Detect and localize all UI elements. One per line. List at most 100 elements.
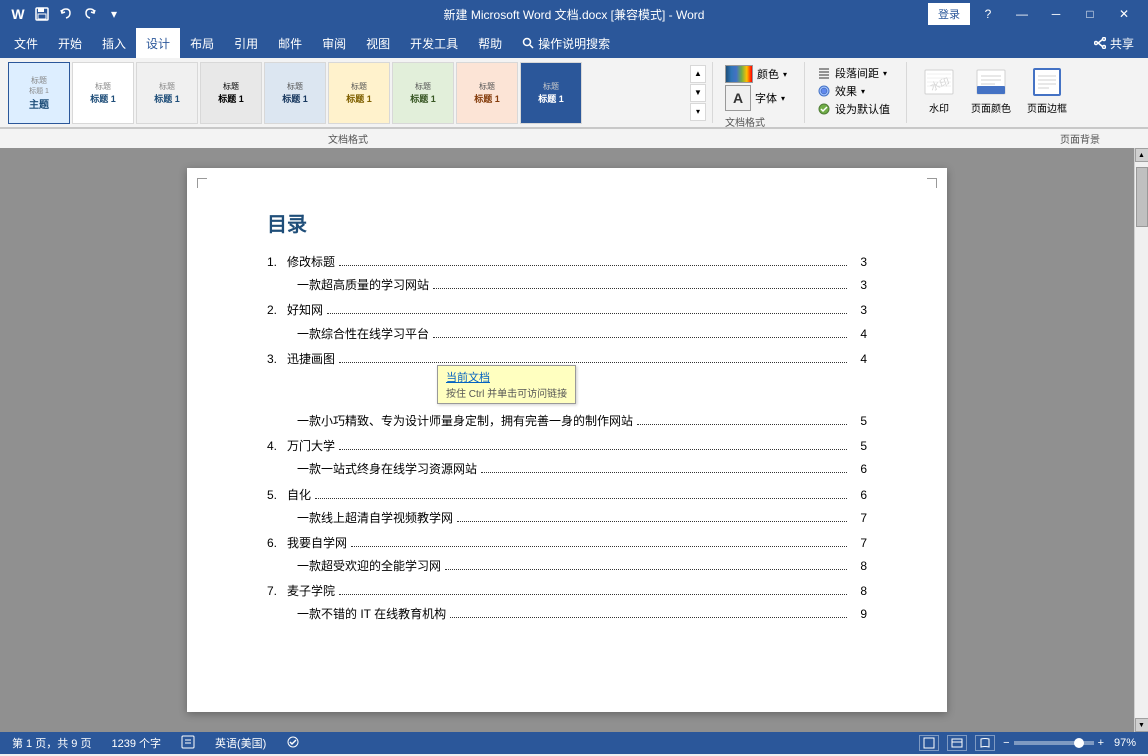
style-item-heading1-h[interactable]: 标题 标题 1: [520, 62, 582, 124]
hyperlink-tooltip: 当前文档 按住 Ctrl 并单击可访问链接: [437, 365, 576, 404]
toc-row-6-sub[interactable]: 一款超受欢迎的全能学习网 8: [267, 557, 867, 576]
style-item-heading1-d[interactable]: 标题 标题 1: [264, 62, 326, 124]
toc-row-1-sub[interactable]: 一款超高质量的学习网站 3: [267, 276, 867, 295]
document-page[interactable]: 目录 1. 修改标题 3 一款超高质量的学习网站 3 2.: [187, 168, 947, 712]
style-item-heading1-f[interactable]: 标题 标题 1: [392, 62, 454, 124]
help-icon[interactable]: ?: [972, 0, 1004, 28]
toc-row-4-sub[interactable]: 一款一站式终身在线学习资源网站 6: [267, 460, 867, 479]
redo-icon[interactable]: [80, 4, 100, 24]
paragraph-spacing-icon: [817, 66, 831, 80]
menu-references[interactable]: 引用: [224, 28, 268, 58]
menu-search[interactable]: 操作说明搜索: [512, 28, 620, 58]
toc-row-3-sub[interactable]: 一款小巧精致、专为设计师量身定制，拥有完善一身的制作网站 5: [267, 412, 867, 431]
ribbon-bottom-labels: 文档格式 页面背景: [0, 128, 1148, 148]
color-dropdown-icon[interactable]: ▾: [783, 70, 787, 79]
style-item-heading1-a[interactable]: 标题 标题 1: [72, 62, 134, 124]
page-background-group: 水印 水印: [909, 62, 1081, 123]
corner-mark-tl: [197, 178, 207, 188]
effects-icon: [817, 84, 831, 98]
menu-file[interactable]: 文件: [4, 28, 48, 58]
language[interactable]: 英语(美国): [215, 735, 266, 751]
page-bg-section-label: 页面背景: [1060, 131, 1140, 146]
toc-row-5-sub[interactable]: 一款线上超清自学视频教学网 7: [267, 509, 867, 528]
tooltip-filename: 当前文档: [446, 369, 567, 385]
maximize-button[interactable]: □: [1074, 0, 1106, 28]
menu-view[interactable]: 视图: [356, 28, 400, 58]
ribbon-toggle-icon[interactable]: —: [1006, 0, 1038, 28]
undo-icon[interactable]: [56, 4, 76, 24]
effects-dropdown-icon[interactable]: ▾: [861, 87, 865, 96]
menu-design[interactable]: 设计: [136, 28, 180, 58]
menu-layout[interactable]: 布局: [180, 28, 224, 58]
font-dropdown-icon[interactable]: ▾: [781, 94, 785, 103]
page-color-button[interactable]: 页面颜色: [965, 64, 1017, 121]
customize-icon[interactable]: ▾: [104, 4, 124, 24]
zoom-in-icon[interactable]: +: [1098, 737, 1104, 749]
main-content: 目录 1. 修改标题 3 一款超高质量的学习网站 3 2.: [0, 148, 1148, 732]
menu-insert[interactable]: 插入: [92, 28, 136, 58]
toc-row-7-sub[interactable]: 一款不错的 IT 在线教育机构 9: [267, 605, 867, 624]
font-row[interactable]: A 字体 ▾: [723, 84, 796, 112]
set-default-row[interactable]: 设为默认值: [815, 100, 898, 118]
status-icon-edit: [181, 735, 195, 752]
toc-row-5[interactable]: 5. 自化 6: [267, 486, 867, 505]
toc-title: 目录: [267, 208, 867, 237]
login-button[interactable]: 登录: [928, 3, 970, 25]
spell-check-icon: [286, 735, 300, 752]
checkmark-icon: [817, 102, 831, 116]
style-scroll-up[interactable]: ▲: [690, 65, 706, 83]
spacing-effects-group: 段落间距 ▾ 效果 ▾ 设为默认值: [807, 62, 907, 123]
toc-list: 1. 修改标题 3 一款超高质量的学习网站 3 2. 好知网 3: [267, 253, 867, 625]
menu-home[interactable]: 开始: [48, 28, 92, 58]
watermark-button[interactable]: 水印 水印: [917, 64, 961, 121]
colors-fonts-group: 颜色 ▾ A 字体 ▾ 文档格式: [715, 62, 805, 123]
share-button[interactable]: 共享: [1084, 28, 1144, 58]
menu-help[interactable]: 帮助: [468, 28, 512, 58]
menu-review[interactable]: 审阅: [312, 28, 356, 58]
gallery-label: 文档格式: [8, 131, 368, 146]
status-left: 第 1 页，共 9 页 1239 个字 英语(美国): [12, 735, 300, 752]
read-view-button[interactable]: [975, 735, 995, 751]
style-scroll-down[interactable]: ▼: [690, 84, 706, 102]
toc-row-6[interactable]: 6. 我要自学网 7: [267, 534, 867, 553]
spacing-dropdown-icon[interactable]: ▾: [883, 69, 887, 78]
toc-row-1[interactable]: 1. 修改标题 3: [267, 253, 867, 272]
paragraph-spacing-row[interactable]: 段落间距 ▾: [815, 64, 898, 82]
toc-row-2-sub[interactable]: 一款综合性在线学习平台 4: [267, 325, 867, 344]
watermark-icon: 水印: [923, 66, 955, 98]
vertical-scrollbar[interactable]: ▲ ▼: [1134, 148, 1148, 732]
style-item-heading1-b[interactable]: 标题 标题 1: [136, 62, 198, 124]
status-bar: 第 1 页，共 9 页 1239 个字 英语(美国) − + 97%: [0, 732, 1148, 754]
close-button[interactable]: ✕: [1108, 0, 1140, 28]
toc-row-4[interactable]: 4. 万门大学 5: [267, 437, 867, 456]
color-swatch: [725, 65, 753, 83]
style-item-heading1-c[interactable]: 标题 标题 1: [200, 62, 262, 124]
scroll-down-button[interactable]: ▼: [1135, 718, 1148, 732]
toc-row-2[interactable]: 2. 好知网 3: [267, 301, 867, 320]
color-row[interactable]: 颜色 ▾: [723, 64, 796, 84]
zoom-out-icon[interactable]: −: [1003, 737, 1009, 749]
style-expand[interactable]: ▾: [690, 103, 706, 121]
scroll-track[interactable]: [1135, 162, 1148, 718]
window-title: 新建 Microsoft Word 文档.docx [兼容模式] - Word: [444, 6, 705, 23]
menu-mailings[interactable]: 邮件: [268, 28, 312, 58]
zoom-slider[interactable]: [1014, 741, 1094, 745]
style-item-heading1-g[interactable]: 标题 标题 1: [456, 62, 518, 124]
save-icon[interactable]: [32, 4, 52, 24]
web-view-button[interactable]: [947, 735, 967, 751]
effects-row[interactable]: 效果 ▾: [815, 82, 898, 100]
tooltip-hint: 按住 Ctrl 并单击可访问链接: [446, 385, 567, 400]
ribbon: 标题 标题 1 主题 标题 标题 1 标题 标题 1 标题 标题 1: [0, 58, 1148, 148]
scroll-up-button[interactable]: ▲: [1135, 148, 1148, 162]
scroll-thumb[interactable]: [1136, 167, 1148, 227]
toc-row-7[interactable]: 7. 麦子学院 8: [267, 582, 867, 601]
zoom-percent[interactable]: 97%: [1108, 737, 1136, 749]
page-border-button[interactable]: 页面边框: [1021, 64, 1073, 121]
style-item-theme[interactable]: 标题 标题 1 主题: [8, 62, 70, 124]
print-view-button[interactable]: [919, 735, 939, 751]
menu-developer[interactable]: 开发工具: [400, 28, 468, 58]
minimize-button[interactable]: ─: [1040, 0, 1072, 28]
quick-access-toolbar: W ▾: [8, 4, 124, 24]
zoom-bar[interactable]: − + 97%: [1003, 737, 1136, 749]
style-item-heading1-e[interactable]: 标题 标题 1: [328, 62, 390, 124]
